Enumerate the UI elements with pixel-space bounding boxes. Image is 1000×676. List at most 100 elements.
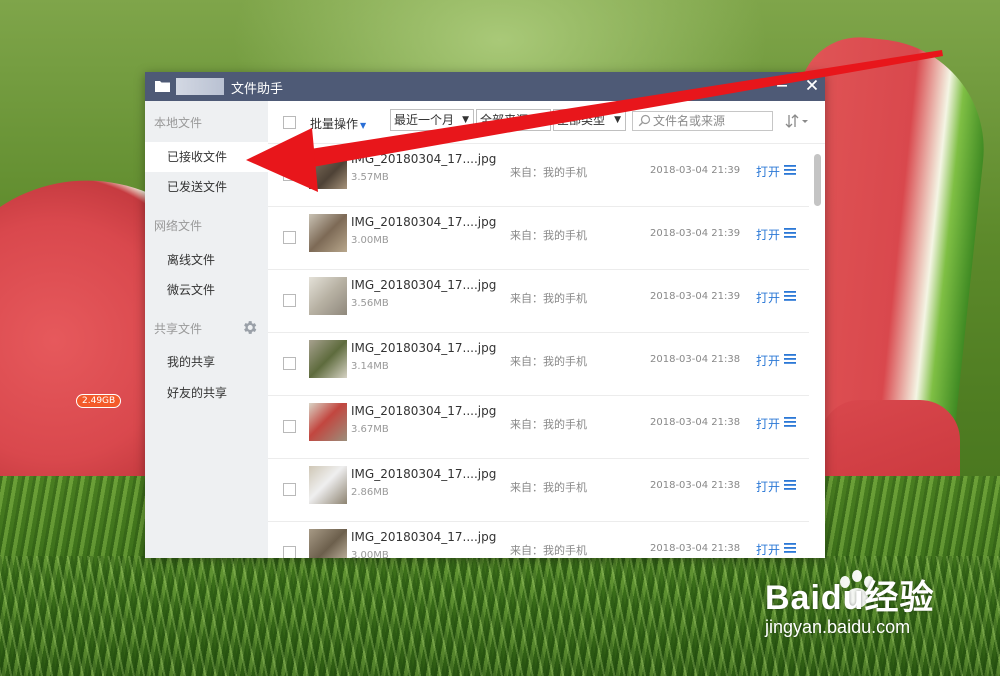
caret-down-icon: ▼ [360,121,367,130]
source-filter-value: 全部来源 [480,113,529,127]
open-file-button[interactable]: 打开 [756,352,780,369]
file-size: 2.86MB [351,487,389,498]
menu-icon[interactable] [784,480,796,490]
title-bar[interactable]: 文件助手 [145,72,825,101]
file-date: 2018-03-04 21:38 [650,543,741,554]
time-filter-select[interactable]: 最近一个月 ▼ [390,109,474,131]
menu-icon[interactable] [784,291,796,301]
sidebar: 本地文件 已接收文件 已发送文件 网络文件 离线文件 微云文件 共享文件 我的共… [145,101,268,558]
file-checkbox[interactable] [283,420,296,433]
watermark-url: jingyan.baidu.com [765,617,911,637]
file-checkbox[interactable] [283,231,296,244]
file-thumbnail[interactable] [309,340,347,378]
file-size: 3.00MB [351,235,389,246]
file-size: 3.67MB [351,424,389,435]
search-icon [638,114,651,127]
sort-icon[interactable] [785,113,811,129]
open-file-button[interactable]: 打开 [756,289,780,306]
file-row[interactable]: IMG_20180304_17....jpg 3.14MB 来自：我的手机 2018-… [268,333,809,396]
batch-operations-button[interactable]: 批量操作 ▼ [310,115,366,132]
baidu-watermark: Baidu经验 jingyan.baidu.com [765,570,934,638]
open-file-button[interactable]: 打开 [756,541,780,558]
file-date: 2018-03-04 21:39 [650,291,741,302]
minimize-icon[interactable] [774,77,790,93]
sidebar-item-my-shares[interactable]: 我的共享 [145,347,268,377]
file-date: 2018-03-04 21:38 [650,354,741,365]
menu-icon[interactable] [784,417,796,427]
file-source: 来自：我的手机 [510,481,587,494]
search-input[interactable] [653,113,768,129]
select-all-checkbox[interactable] [283,116,296,129]
file-checkbox[interactable] [283,168,296,181]
file-assistant-window: 文件助手 本地文件 已接收文件 已发送文件 网络文件 离线文件 微云文件 共享文… [145,72,825,558]
file-size: 3.00MB [351,550,389,558]
file-thumbnail[interactable] [309,529,347,558]
file-name[interactable]: IMG_20180304_17....jpg [351,467,496,481]
file-name[interactable]: IMG_20180304_17....jpg [351,341,496,355]
close-icon[interactable] [804,77,820,93]
sidebar-item-weiyun-files[interactable]: 微云文件 [145,275,268,305]
file-thumbnail[interactable] [309,214,347,252]
open-file-button[interactable]: 打开 [756,415,780,432]
file-thumbnail[interactable] [309,277,347,315]
file-name[interactable]: IMG_20180304_17....jpg [351,215,496,229]
file-thumbnail[interactable] [309,403,347,441]
file-row[interactable]: IMG_20180304_17....jpg 2.86MB 来自：我的手机 2018-… [268,459,809,522]
watermark-brand: Baidu经验 [765,579,935,617]
type-filter-value: 全部类型 [557,113,606,127]
open-file-button[interactable]: 打开 [756,163,780,180]
file-date: 2018-03-04 21:39 [650,165,741,176]
scrollbar-thumb[interactable] [814,154,821,206]
file-source: 来自：我的手机 [510,418,587,431]
menu-icon[interactable] [784,165,796,175]
menu-icon[interactable] [784,354,796,364]
window-title: 文件助手 [231,82,284,97]
caret-down-icon: ▼ [462,115,469,125]
section-network-files: 网络文件 [154,219,203,233]
search-box[interactable] [632,111,773,131]
file-name[interactable]: IMG_20180304_17....jpg [351,404,496,418]
file-thumbnail[interactable] [309,151,347,189]
toolbar: 批量操作 ▼ 最近一个月 ▼ 全部来源 ▼ 全部类型 ▼ [268,101,825,144]
menu-icon[interactable] [784,228,796,238]
file-row[interactable]: IMG_20180304_17....jpg 3.00MB 来自：我的手机 2018-… [268,522,809,558]
file-row[interactable]: IMG_20180304_17....jpg 3.56MB 来自：我的手机 2018-… [268,270,809,333]
main-panel: 批量操作 ▼ 最近一个月 ▼ 全部来源 ▼ 全部类型 ▼ 文件名或来源 IMG_… [268,101,825,558]
file-row[interactable]: IMG_20180304_17....jpg 3.67MB 来自：我的手机 2018-… [268,396,809,459]
file-source: 来自：我的手机 [510,544,587,557]
file-source: 来自：我的手机 [510,292,587,305]
file-row[interactable]: IMG_20180304_17....jpg 3.57MB 来自：我的手机 2018-… [268,144,809,207]
file-checkbox[interactable] [283,357,296,370]
sidebar-item-offline-files[interactable]: 离线文件 [145,245,268,275]
menu-icon[interactable] [784,543,796,553]
file-row[interactable]: IMG_20180304_17....jpg 3.00MB 来自：我的手机 2018-… [268,207,809,270]
sidebar-item-sent-files[interactable]: 已发送文件 [145,172,268,202]
source-filter-select[interactable]: 全部来源 ▼ [476,109,551,131]
file-name[interactable]: IMG_20180304_17....jpg [351,278,496,292]
file-checkbox[interactable] [283,546,296,558]
section-shared-files: 共享文件 [154,322,203,336]
batch-operations-label: 批量操作 [310,117,359,131]
file-checkbox[interactable] [283,483,296,496]
type-filter-select[interactable]: 全部类型 ▼ [553,109,626,131]
sidebar-item-friends-shares[interactable]: 好友的共享 [145,378,268,408]
redacted-user-name [176,78,224,95]
file-list: IMG_20180304_17....jpg 3.57MB 来自：我的手机 2018-… [268,144,825,558]
file-size: 3.14MB [351,361,389,372]
file-name[interactable]: IMG_20180304_17....jpg [351,152,496,166]
file-source: 来自：我的手机 [510,166,587,179]
file-date: 2018-03-04 21:38 [650,417,741,428]
file-size: 3.56MB [351,298,389,309]
gear-icon[interactable] [241,319,258,336]
file-name[interactable]: IMG_20180304_17....jpg [351,530,496,544]
file-size: 3.57MB [351,172,389,183]
sidebar-item-received-files[interactable]: 已接收文件 [145,142,268,172]
file-thumbnail[interactable] [309,466,347,504]
file-date: 2018-03-04 21:38 [650,480,741,491]
time-filter-value: 最近一个月 [394,113,455,127]
open-file-button[interactable]: 打开 [756,226,780,243]
section-local-files: 本地文件 [154,116,203,130]
file-checkbox[interactable] [283,294,296,307]
open-file-button[interactable]: 打开 [756,478,780,495]
caret-down-icon: ▼ [539,115,546,125]
